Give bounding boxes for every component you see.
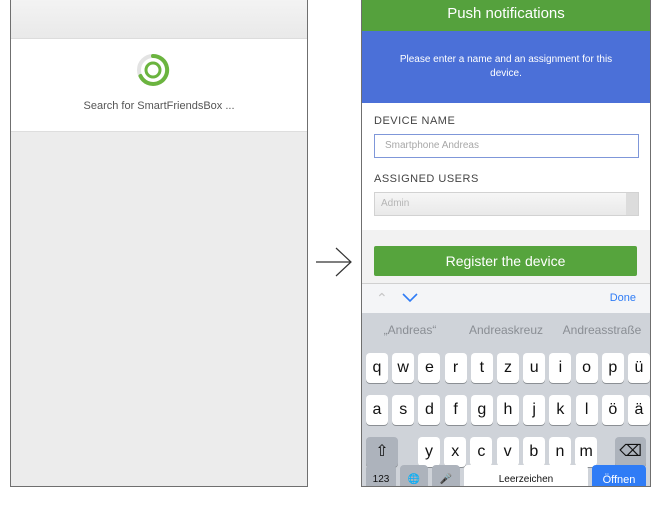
key-t[interactable]: t — [470, 353, 493, 383]
key-b[interactable]: b — [522, 437, 545, 467]
key-e[interactable]: e — [418, 353, 441, 383]
key-f[interactable]: f — [444, 395, 467, 425]
key-m[interactable]: m — [575, 437, 598, 467]
key-x[interactable]: x — [444, 437, 467, 467]
key-u[interactable]: u — [523, 353, 546, 383]
device-form: DEVICE NAME Smartphone Andreas ASSIGNED … — [362, 103, 650, 230]
shift-key-icon[interactable]: ⇧ — [366, 437, 398, 467]
key-ö[interactable]: ö — [601, 395, 624, 425]
key-j[interactable]: j — [523, 395, 546, 425]
key-w[interactable]: w — [392, 353, 415, 383]
key-q[interactable]: q — [366, 353, 388, 383]
key-d[interactable]: d — [418, 395, 441, 425]
keyboard: „Andreas“ Andreaskreuz Andreasstraße qwe… — [362, 313, 650, 486]
key-i[interactable]: i — [549, 353, 572, 383]
key-ä[interactable]: ä — [628, 395, 650, 425]
chevron-up-icon[interactable]: ⌃ — [376, 290, 388, 307]
suggestion-item[interactable]: Andreasstraße — [554, 313, 650, 347]
assigned-users-label: ASSIGNED USERS — [374, 173, 479, 185]
empty-list-area — [11, 132, 307, 486]
done-button[interactable]: Done — [610, 292, 636, 304]
key-s[interactable]: s — [392, 395, 415, 425]
keyboard-accessory-bar: ⌃ Done — [362, 283, 650, 314]
backspace-key-icon[interactable]: ⌫ — [615, 437, 646, 467]
suggestion-bar: „Andreas“ Andreaskreuz Andreasstraße — [362, 313, 650, 347]
device-name-field[interactable]: Smartphone Andreas — [374, 134, 639, 158]
push-notification-screen: Push notifications Please enter a name a… — [361, 0, 651, 487]
key-l[interactable]: l — [575, 395, 598, 425]
space-key[interactable]: Leerzeichen — [464, 465, 588, 486]
page-title: Push notifications — [362, 0, 650, 31]
key-ü[interactable]: ü — [628, 353, 650, 383]
return-key[interactable]: Öffnen — [592, 465, 646, 486]
search-screen: Search for SmartFriendsBox ... — [10, 0, 308, 487]
key-g[interactable]: g — [470, 395, 493, 425]
key-v[interactable]: v — [496, 437, 519, 467]
loading-spinner-icon — [137, 53, 170, 86]
key-r[interactable]: r — [444, 353, 467, 383]
key-c[interactable]: c — [470, 437, 493, 467]
chevron-down-icon[interactable] — [402, 293, 418, 303]
key-z[interactable]: z — [497, 353, 519, 383]
suggestion-item[interactable]: Andreaskreuz — [458, 313, 554, 347]
microphone-key-icon[interactable]: 🎤 — [432, 465, 460, 486]
key-a[interactable]: a — [366, 395, 388, 425]
suggestion-item[interactable]: „Andreas“ — [362, 313, 458, 347]
info-banner: Please enter a name and an assignment fo… — [362, 31, 650, 103]
search-status-text: Search for SmartFriendsBox ... — [83, 100, 235, 112]
dropdown-arrow-icon — [626, 193, 638, 215]
numbers-key[interactable]: 123 — [366, 465, 396, 486]
register-device-button[interactable]: Register the device — [374, 246, 637, 276]
search-card: Search for SmartFriendsBox ... — [11, 39, 307, 132]
key-n[interactable]: n — [549, 437, 571, 467]
assigned-users-value: Admin — [381, 198, 410, 209]
arrow-right-icon — [316, 247, 352, 277]
key-o[interactable]: o — [575, 353, 598, 383]
globe-key-icon[interactable]: 🌐 — [400, 465, 428, 486]
key-k[interactable]: k — [549, 395, 572, 425]
key-h[interactable]: h — [497, 395, 519, 425]
assigned-users-select[interactable]: Admin — [374, 192, 639, 216]
key-y[interactable]: y — [418, 437, 440, 467]
top-bar — [11, 0, 307, 39]
device-name-label: DEVICE NAME — [374, 115, 456, 127]
key-p[interactable]: p — [601, 353, 624, 383]
